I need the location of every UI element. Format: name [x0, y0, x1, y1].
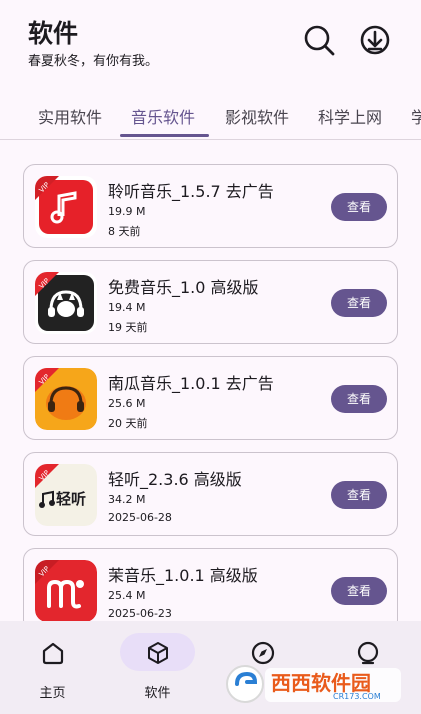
app-size: 25.4 M — [108, 589, 146, 602]
app-name: 免费音乐_1.0 高级版 — [108, 278, 259, 297]
app-icon: VIP — [35, 560, 97, 622]
download-button[interactable] — [357, 22, 393, 58]
cube-icon — [145, 640, 171, 666]
view-button[interactable]: 查看 — [331, 481, 387, 509]
app-icon: VIP — [35, 272, 97, 334]
site-watermark: 西西软件园 CR173.COM — [225, 662, 405, 706]
app-card[interactable]: VIP 免费音乐_1.0 高级版 19.4 M 19 天前 查看 — [23, 260, 398, 344]
qingting-logo-icon: 轻听 VIP — [35, 464, 97, 526]
app-size: 25.6 M — [108, 397, 146, 410]
app-date: 2025-06-23 — [108, 607, 172, 620]
watermark-url: CR173.COM — [333, 692, 381, 701]
app-card[interactable]: VIP 茉音乐_1.0.1 高级版 25.4 M 2025-06-23 查看 — [23, 548, 398, 632]
view-button[interactable]: 查看 — [331, 577, 387, 605]
nav-label-software: 软件 — [144, 686, 171, 701]
app-name: 轻听_2.3.6 高级版 — [108, 470, 242, 489]
app-name: 茉音乐_1.0.1 高级版 — [108, 566, 258, 585]
category-tabs: 实用软件 音乐软件 影视软件 科学上网 学 — [0, 90, 421, 140]
app-icon: VIP — [35, 368, 97, 430]
nav-item-home[interactable]: 主页 — [0, 621, 105, 714]
app-size: 19.9 M — [108, 205, 146, 218]
view-button[interactable]: 查看 — [331, 385, 387, 413]
page-title: 软件 — [28, 19, 79, 48]
download-icon — [360, 25, 390, 55]
view-button[interactable]: 查看 — [331, 289, 387, 317]
app-header: 软件 春夏秋冬，有你有我。 — [0, 0, 421, 90]
app-icon: VIP — [35, 176, 97, 238]
app-name: 南瓜音乐_1.0.1 去广告 — [108, 374, 274, 393]
nav-item-software[interactable]: 软件 — [105, 621, 210, 714]
app-size: 19.4 M — [108, 301, 146, 314]
tab-video[interactable]: 影视软件 — [225, 104, 289, 128]
qingting-logo-text: 轻听 — [56, 490, 86, 508]
app-card[interactable]: VIP 聆听音乐_1.5.7 去广告 19.9 M 8 天前 查看 — [23, 164, 398, 248]
tab-vpn[interactable]: 科学上网 — [318, 104, 382, 128]
app-card[interactable]: VIP 南瓜音乐_1.0.1 去广告 25.6 M 20 天前 查看 — [23, 356, 398, 440]
tab-study[interactable]: 学 — [411, 104, 421, 128]
pumpkin-headphone-icon: VIP — [35, 368, 97, 430]
page-subtitle: 春夏秋冬，有你有我。 — [28, 54, 159, 69]
app-card[interactable]: 轻听 VIP 轻听_2.3.6 高级版 34.2 M 2025-06-28 查看 — [23, 452, 398, 536]
app-date: 8 天前 — [108, 225, 141, 238]
active-tab-indicator — [120, 134, 209, 137]
home-icon — [40, 640, 66, 666]
search-button[interactable] — [301, 22, 337, 58]
tab-music[interactable]: 音乐软件 — [131, 104, 195, 128]
nav-label-home: 主页 — [39, 686, 66, 701]
cat-headphone-icon: VIP — [35, 272, 97, 334]
search-icon — [304, 25, 335, 56]
app-date: 2025-06-28 — [108, 511, 172, 524]
app-date: 19 天前 — [108, 321, 148, 334]
music-note-icon: VIP — [35, 176, 97, 238]
mo-music-icon: VIP — [35, 560, 97, 622]
app-date: 20 天前 — [108, 417, 148, 430]
app-icon: 轻听 VIP — [35, 464, 97, 526]
app-size: 34.2 M — [108, 493, 146, 506]
tab-utility[interactable]: 实用软件 — [38, 104, 102, 128]
view-button[interactable]: 查看 — [331, 193, 387, 221]
app-name: 聆听音乐_1.5.7 去广告 — [108, 182, 274, 201]
